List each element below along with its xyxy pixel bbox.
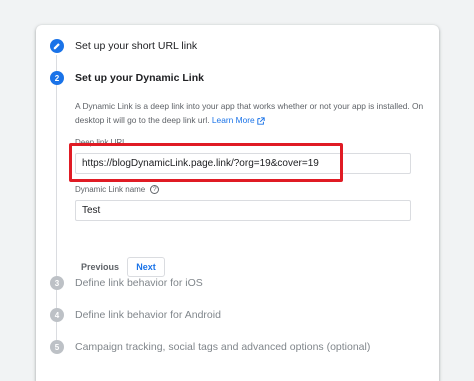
step-5-title: Campaign tracking, social tags and advan… bbox=[75, 341, 371, 353]
step-1[interactable]: Set up your short URL link bbox=[50, 39, 197, 53]
highlight-box bbox=[69, 143, 343, 182]
step-4[interactable]: 4 Define link behavior for Android bbox=[50, 308, 221, 322]
link-name-input[interactable]: Test bbox=[75, 200, 411, 221]
step-2-title: Set up your Dynamic Link bbox=[75, 72, 204, 84]
step-2-number: 2 bbox=[50, 71, 64, 85]
link-name-label: Dynamic Link name ? bbox=[75, 185, 160, 194]
previous-button[interactable]: Previous bbox=[77, 257, 123, 277]
step-5[interactable]: 5 Campaign tracking, social tags and adv… bbox=[50, 340, 370, 354]
help-icon[interactable]: ? bbox=[150, 185, 160, 194]
step-4-number: 4 bbox=[50, 308, 64, 322]
step-connector bbox=[56, 87, 57, 287]
step-5-number: 5 bbox=[50, 340, 64, 354]
learn-more-link[interactable]: Learn More bbox=[212, 115, 265, 125]
step-4-title: Define link behavior for Android bbox=[75, 309, 221, 321]
step-3-title: Define link behavior for iOS bbox=[75, 277, 203, 289]
edit-pencil-icon bbox=[50, 39, 64, 53]
step-1-title: Set up your short URL link bbox=[75, 40, 198, 52]
step-2[interactable]: 2 Set up your Dynamic Link bbox=[50, 71, 204, 85]
dynamic-link-wizard-card: Set up your short URL link 2 Set up your… bbox=[36, 25, 439, 381]
step-3-number: 3 bbox=[50, 276, 64, 290]
next-button[interactable]: Next bbox=[127, 257, 165, 277]
step-2-description: A Dynamic Link is a deep link into your … bbox=[75, 99, 430, 127]
step-3[interactable]: 3 Define link behavior for iOS bbox=[50, 276, 203, 290]
external-link-icon bbox=[257, 117, 265, 125]
